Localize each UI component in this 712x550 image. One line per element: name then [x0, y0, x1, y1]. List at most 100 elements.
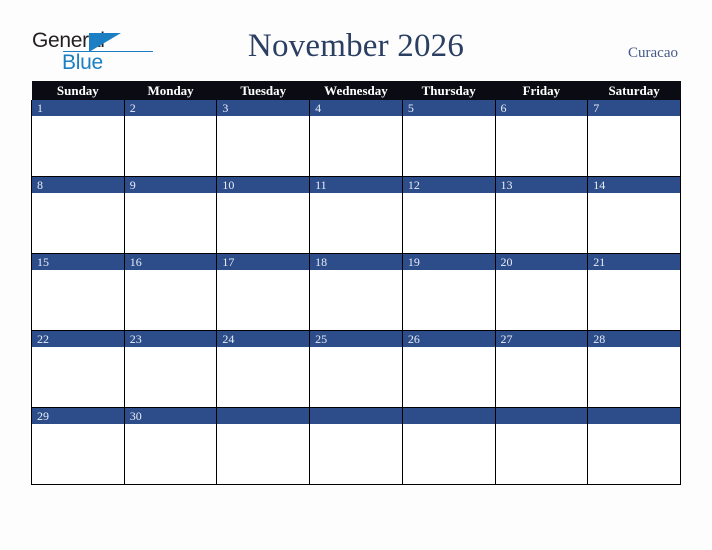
day-cell[interactable]: 19: [401, 253, 496, 331]
day-notes-area[interactable]: [310, 270, 402, 329]
day-cell[interactable]: 23: [123, 330, 218, 408]
day-number: 6: [495, 100, 588, 116]
day-number: [310, 408, 402, 424]
day-cell[interactable]: [587, 407, 681, 485]
day-notes-area[interactable]: [402, 270, 495, 329]
day-notes-area[interactable]: [32, 116, 124, 175]
day-notes-area[interactable]: [588, 270, 680, 329]
day-cell[interactable]: 30: [123, 407, 218, 485]
region-label: Curacao: [628, 45, 678, 61]
day-number: 21: [588, 254, 680, 270]
day-cell[interactable]: 27: [494, 330, 589, 408]
day-notes-area[interactable]: [32, 347, 124, 406]
day-number: 30: [124, 408, 217, 424]
day-number: 8: [32, 177, 124, 193]
day-cell[interactable]: 26: [401, 330, 496, 408]
day-cell[interactable]: 6: [494, 100, 589, 177]
day-cell[interactable]: [401, 407, 496, 485]
day-notes-area[interactable]: [495, 193, 588, 252]
day-cell[interactable]: 11: [309, 176, 403, 254]
day-notes-area[interactable]: [32, 193, 124, 252]
day-notes-area[interactable]: [588, 116, 680, 175]
day-notes-area[interactable]: [124, 270, 217, 329]
weekday-header-sunday: Sunday: [31, 81, 125, 100]
day-cell[interactable]: 15: [31, 253, 125, 331]
day-cell[interactable]: 12: [401, 176, 496, 254]
day-cell[interactable]: [216, 407, 311, 485]
day-number: 3: [217, 100, 310, 116]
page-title: November 2026: [247, 28, 465, 64]
day-notes-area[interactable]: [402, 116, 495, 175]
day-number: 19: [402, 254, 495, 270]
day-cell[interactable]: 13: [494, 176, 589, 254]
day-cell[interactable]: 22: [31, 330, 125, 408]
calendar-weekday-header: Sunday Monday Tuesday Wednesday Thursday…: [31, 81, 681, 100]
week-row: 1 2 3 4 5 6 7: [31, 100, 681, 177]
day-cell[interactable]: 21: [587, 253, 681, 331]
day-cell[interactable]: 29: [31, 407, 125, 485]
day-notes-area[interactable]: [588, 193, 680, 252]
day-cell[interactable]: 5: [401, 100, 496, 177]
day-notes-area[interactable]: [124, 116, 217, 175]
day-notes-area[interactable]: [217, 424, 310, 483]
weekday-header-friday: Friday: [495, 81, 588, 100]
day-notes-area[interactable]: [217, 116, 310, 175]
day-number: 10: [217, 177, 310, 193]
day-notes-area[interactable]: [310, 193, 402, 252]
day-cell[interactable]: 17: [216, 253, 311, 331]
calendar-grid: Sunday Monday Tuesday Wednesday Thursday…: [31, 81, 681, 485]
day-cell[interactable]: 10: [216, 176, 311, 254]
weekday-header-saturday: Saturday: [587, 81, 681, 100]
day-notes-area[interactable]: [495, 347, 588, 406]
day-notes-area[interactable]: [124, 424, 217, 483]
day-cell[interactable]: 2: [123, 100, 218, 177]
day-number: 13: [495, 177, 588, 193]
day-notes-area[interactable]: [588, 347, 680, 406]
week-row: 8 9 10 11 12 13 14: [31, 176, 681, 254]
day-cell[interactable]: 7: [587, 100, 681, 177]
day-notes-area[interactable]: [32, 424, 124, 483]
day-cell[interactable]: 3: [216, 100, 311, 177]
day-cell[interactable]: 28: [587, 330, 681, 408]
day-cell[interactable]: [494, 407, 589, 485]
page-header: General Blue November 2026 Curacao: [0, 0, 712, 80]
day-cell[interactable]: 20: [494, 253, 589, 331]
day-cell[interactable]: 24: [216, 330, 311, 408]
day-notes-area[interactable]: [495, 424, 588, 483]
day-number: 12: [402, 177, 495, 193]
day-notes-area[interactable]: [310, 116, 402, 175]
day-notes-area[interactable]: [588, 424, 680, 483]
day-cell[interactable]: 8: [31, 176, 125, 254]
day-cell[interactable]: [309, 407, 403, 485]
day-notes-area[interactable]: [310, 424, 402, 483]
day-notes-area[interactable]: [217, 270, 310, 329]
day-number: 1: [32, 100, 124, 116]
day-notes-area[interactable]: [310, 347, 402, 406]
day-notes-area[interactable]: [217, 193, 310, 252]
day-number: 9: [124, 177, 217, 193]
day-notes-area[interactable]: [217, 347, 310, 406]
day-number: 16: [124, 254, 217, 270]
day-notes-area[interactable]: [495, 270, 588, 329]
day-cell[interactable]: 16: [123, 253, 218, 331]
day-notes-area[interactable]: [124, 193, 217, 252]
day-cell[interactable]: 14: [587, 176, 681, 254]
day-number: 29: [32, 408, 124, 424]
day-notes-area[interactable]: [124, 347, 217, 406]
week-row: 15 16 17 18 19 20 21: [31, 253, 681, 331]
day-notes-area[interactable]: [495, 116, 588, 175]
day-cell[interactable]: 1: [31, 100, 125, 177]
day-notes-area[interactable]: [402, 424, 495, 483]
day-number: 26: [402, 331, 495, 347]
weekday-header-row: Sunday Monday Tuesday Wednesday Thursday…: [31, 81, 681, 100]
day-number: 2: [124, 100, 217, 116]
day-cell[interactable]: 4: [309, 100, 403, 177]
day-number: 18: [310, 254, 402, 270]
day-notes-area[interactable]: [32, 270, 124, 329]
day-number: 28: [588, 331, 680, 347]
day-notes-area[interactable]: [402, 193, 495, 252]
day-notes-area[interactable]: [402, 347, 495, 406]
day-cell[interactable]: 9: [123, 176, 218, 254]
day-cell[interactable]: 18: [309, 253, 403, 331]
day-cell[interactable]: 25: [309, 330, 403, 408]
